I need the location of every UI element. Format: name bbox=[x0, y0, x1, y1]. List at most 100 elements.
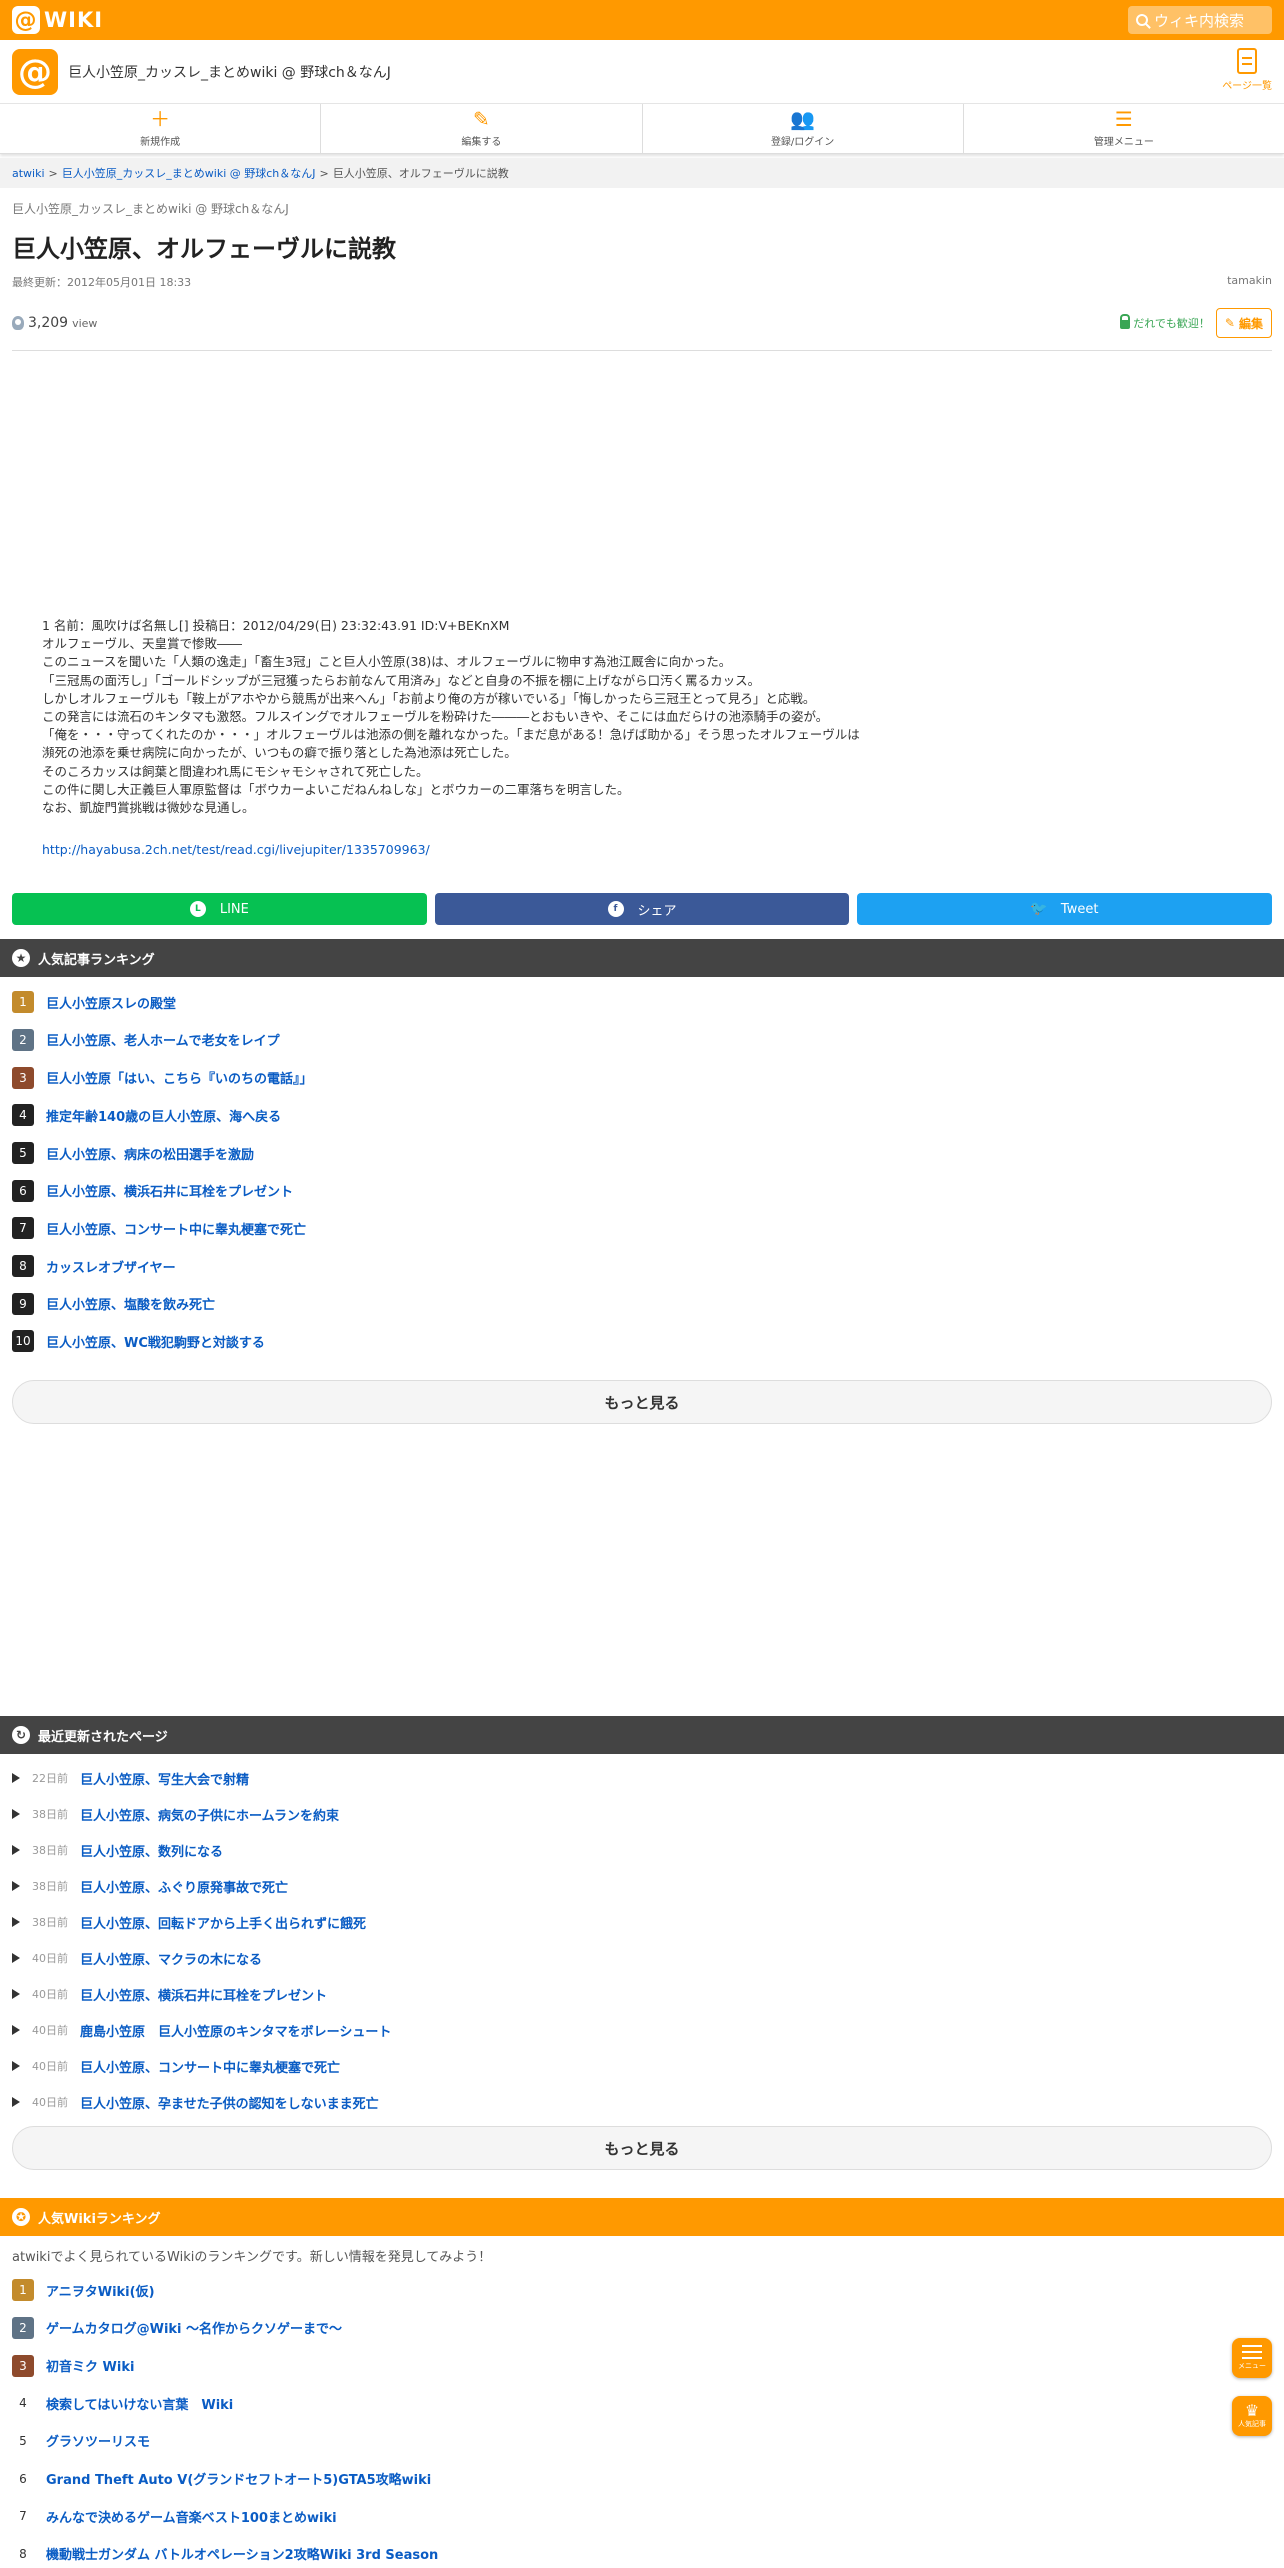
wiki-ranking-item[interactable]: 4 検索してはいけない言葉 Wiki bbox=[12, 2384, 1272, 2422]
nav-login[interactable]: 👥 登録/ログイン bbox=[643, 104, 964, 153]
wiki-title: 機動戦士ガンダム バトルオペレーション2攻略Wiki 3rd Season bbox=[46, 2548, 439, 2564]
page-title: 巨人小笠原、オルフェーヴルに説教 bbox=[12, 235, 396, 263]
recent-title: 最近更新されたページ bbox=[38, 1729, 168, 1745]
recent-days: 40日前 bbox=[32, 1988, 68, 2002]
nav-admin-menu[interactable]: ☰ 管理メニュー bbox=[964, 104, 1284, 153]
site-icon[interactable]: @ bbox=[12, 48, 58, 95]
wiki-ranking-item[interactable]: 3 初音ミク Wiki bbox=[12, 2347, 1272, 2385]
rank-number: 6 bbox=[12, 2467, 34, 2490]
search-placeholder: ウィキ内検索 bbox=[1154, 11, 1245, 30]
ranking-item-title: 巨人小笠原、コンサート中に睾丸梗塞で死亡 bbox=[46, 1222, 307, 1238]
atwiki-logo[interactable]: @ WIKI bbox=[12, 6, 103, 34]
triangle-icon bbox=[12, 1953, 20, 1964]
share-twitter-button[interactable]: 🐦 Tweet bbox=[857, 893, 1273, 926]
at-logo-icon: @ bbox=[12, 6, 40, 34]
ranking-item[interactable]: 2 巨人小笠原、老人ホームで老女をレイプ bbox=[12, 1021, 1272, 1059]
floating-menu-button[interactable]: メニュー bbox=[1232, 2338, 1272, 2378]
logo-text: WIKI bbox=[44, 8, 104, 32]
page-meta: 最終更新：2012年05月01日 18:33 tamakin bbox=[12, 274, 1272, 290]
recent-item[interactable]: 22日前 巨人小笠原、写生大会で射精 bbox=[12, 1760, 1272, 1796]
ranking-item[interactable]: 6 巨人小笠原、横浜石井に耳栓をプレゼント bbox=[12, 1172, 1272, 1210]
ranking-item[interactable]: 4 推定年齢140歳の巨人小笠原、海へ戻る bbox=[12, 1097, 1272, 1135]
recent-item[interactable]: 40日前 鹿島小笠原 巨人小笠原のキンタマをボレーシュート bbox=[12, 2012, 1272, 2048]
body-line: 「三冠馬の面汚し」「ゴールドシップが三冠獲ったらお前なんて用済み」などと自身の不… bbox=[42, 672, 761, 688]
body-line: そのころカッスは飼葉と間違われ馬にモシャモシャされて死亡した。 bbox=[42, 763, 429, 779]
nav-label: 新規作成 bbox=[140, 137, 181, 148]
pencil-icon: ✎ bbox=[472, 107, 490, 131]
divider bbox=[12, 350, 1272, 351]
recent-item[interactable]: 38日前 巨人小笠原、病気の子供にホームランを約束 bbox=[12, 1796, 1272, 1832]
body-line: なお、凱旋門賞挑戦は微妙な見通し。 bbox=[42, 800, 255, 816]
edit-button[interactable]: ✎ 編集 bbox=[1215, 308, 1272, 338]
search-input[interactable]: ウィキ内検索 bbox=[1128, 6, 1272, 34]
settings-icon: ☰ bbox=[1114, 107, 1133, 131]
recent-item[interactable]: 40日前 巨人小笠原、孕ませた子供の認知をしないまま死亡 bbox=[12, 2084, 1272, 2120]
wiki-ranking-item[interactable]: 2 ゲームカタログ@Wiki ～名作からクソゲーまで～ bbox=[12, 2309, 1272, 2347]
recent-item[interactable]: 40日前 巨人小笠原、横浜石井に耳栓をプレゼント bbox=[12, 1976, 1272, 2012]
wiki-ranking-item[interactable]: 1 アニヲタWiki(仮) bbox=[12, 2271, 1272, 2309]
ranking-item[interactable]: 5 巨人小笠原、病床の松田選手を激励 bbox=[12, 1134, 1272, 1172]
recent-item[interactable]: 38日前 巨人小笠原、ふぐり原発事故で死亡 bbox=[12, 1868, 1272, 1904]
site-name[interactable]: 巨人小笠原_カッスレ_まとめwiki @ 野球ch＆なんJ bbox=[68, 62, 391, 82]
search-icon bbox=[1136, 14, 1148, 26]
wiki-ranking-item[interactable]: 7 みんなで決めるゲーム音楽ベスト100まとめwiki bbox=[12, 2497, 1272, 2535]
recent-days: 22日前 bbox=[32, 1772, 68, 1786]
ranking-item[interactable]: 10 巨人小笠原、WC戦犯駒野と対談する bbox=[12, 1323, 1272, 1361]
site-header: @ 巨人小笠原_カッスレ_まとめwiki @ 野球ch＆なんJ ページ一覧 bbox=[0, 40, 1284, 104]
wiki-title: 検索してはいけない言葉 Wiki bbox=[46, 2397, 234, 2413]
wiki-ranking-item[interactable]: 6 Grand Theft Auto V(グランドセフトオート5)GTA5攻略wi… bbox=[12, 2460, 1272, 2498]
breadcrumb-separator: > bbox=[48, 166, 58, 180]
recent-title-link: 巨人小笠原、写生大会で射精 bbox=[80, 1772, 250, 1788]
line-icon: L bbox=[189, 901, 206, 918]
ranking-item-title: 巨人小笠原、WC戦犯駒野と対談する bbox=[46, 1335, 265, 1351]
triangle-icon bbox=[12, 1989, 20, 2000]
ranking-item[interactable]: 1 巨人小笠原スレの殿堂 bbox=[12, 983, 1272, 1021]
crown-icon: ♛ bbox=[1244, 2401, 1260, 2420]
source-link[interactable]: http://hayabusa.2ch.net/test/read.cgi/li… bbox=[42, 841, 1242, 859]
nav-new-page[interactable]: ＋ 新規作成 bbox=[0, 104, 322, 153]
page-list-button[interactable]: ページ一覧 bbox=[1222, 48, 1272, 92]
share-twitter-label: Tweet bbox=[1060, 901, 1099, 917]
rank-number: 9 bbox=[12, 1292, 34, 1315]
share-line-button[interactable]: L LINE bbox=[12, 893, 427, 926]
recent-item[interactable]: 38日前 巨人小笠原、数列になる bbox=[12, 1832, 1272, 1868]
recent-item[interactable]: 40日前 巨人小笠原、コンサート中に睾丸梗塞で死亡 bbox=[12, 2048, 1272, 2084]
nav-label: 編集する bbox=[461, 137, 502, 148]
author[interactable]: tamakin bbox=[1227, 274, 1272, 290]
recent-days: 40日前 bbox=[32, 2060, 68, 2074]
recent-more-button[interactable]: もっと見る bbox=[12, 2126, 1272, 2171]
ranking-item-title: 巨人小笠原「はい、こちら『いのちの電話』」 bbox=[46, 1072, 313, 1088]
main-nav: ＋ 新規作成 ✎ 編集する 👥 登録/ログイン ☰ 管理メニュー bbox=[0, 104, 1284, 154]
wiki-title: Grand Theft Auto V(グランドセフトオート5)GTA5攻略wik… bbox=[46, 2473, 432, 2489]
rank-number: 8 bbox=[12, 2542, 34, 2565]
recent-title-link: 鹿島小笠原 巨人小笠原のキンタマをボレーシュート bbox=[80, 2024, 392, 2040]
breadcrumb-site[interactable]: 巨人小笠原_カッスレ_まとめwiki @ 野球ch＆なんJ bbox=[62, 165, 316, 181]
body-line: しかしオルフェーヴルも「鞍上がアホやから競馬が出来へん」「お前より俺の方が稼いで… bbox=[42, 690, 816, 706]
ranking-item[interactable]: 8 カッスレオブザイヤー bbox=[12, 1247, 1272, 1285]
nav-edit[interactable]: ✎ 編集する bbox=[321, 104, 643, 153]
rank-number: 3 bbox=[12, 2354, 34, 2377]
wiki-ranking-title: 人気Wikiランキング bbox=[38, 2211, 161, 2227]
rank-number: 5 bbox=[12, 2429, 34, 2452]
recent-item[interactable]: 40日前 巨人小笠原、マクラの木になる bbox=[12, 1940, 1272, 1976]
recent-days: 40日前 bbox=[32, 2024, 68, 2038]
ranking-item[interactable]: 7 巨人小笠原、コンサート中に睾丸梗塞で死亡 bbox=[12, 1210, 1272, 1248]
body-line: オルフェーヴル、天皇賞で惨敗―― bbox=[42, 636, 243, 652]
rank-number: 4 bbox=[12, 2392, 34, 2415]
recent-item[interactable]: 38日前 巨人小笠原、回転ドアから上手く出られずに餓死 bbox=[12, 1904, 1272, 1940]
wiki-ranking-intro: atwikiでよく見られているWikiのランキングです。新しい情報を発見してみよ… bbox=[12, 2250, 492, 2266]
ranking-item[interactable]: 3 巨人小笠原「はい、こちら『いのちの電話』」 bbox=[12, 1059, 1272, 1097]
wiki-ranking-item[interactable]: 5 グラソツーリスモ bbox=[12, 2422, 1272, 2460]
floating-menu-label: メニュー bbox=[1238, 2362, 1266, 2370]
recent-title-link: 巨人小笠原、横浜石井に耳栓をプレゼント bbox=[80, 1988, 328, 2004]
rank-number: 8 bbox=[12, 1255, 34, 1278]
ranking-more-button[interactable]: もっと見る bbox=[12, 1380, 1272, 1425]
lock-open-icon bbox=[1120, 314, 1131, 329]
wiki-ranking-item[interactable]: 8 機動戦士ガンダム バトルオペレーション2攻略Wiki 3rd Season bbox=[12, 2535, 1272, 2568]
ranking-item[interactable]: 9 巨人小笠原、塩酸を飲み死亡 bbox=[12, 1285, 1272, 1323]
recent-header: ↻ 最近更新されたページ bbox=[0, 1716, 1284, 1755]
breadcrumb-home[interactable]: atwiki bbox=[12, 167, 45, 180]
share-facebook-button[interactable]: f シェア bbox=[434, 893, 850, 926]
rank-number: 2 bbox=[12, 1028, 34, 1051]
floating-popular-button[interactable]: ♛ 人気記事 bbox=[1232, 2396, 1272, 2436]
